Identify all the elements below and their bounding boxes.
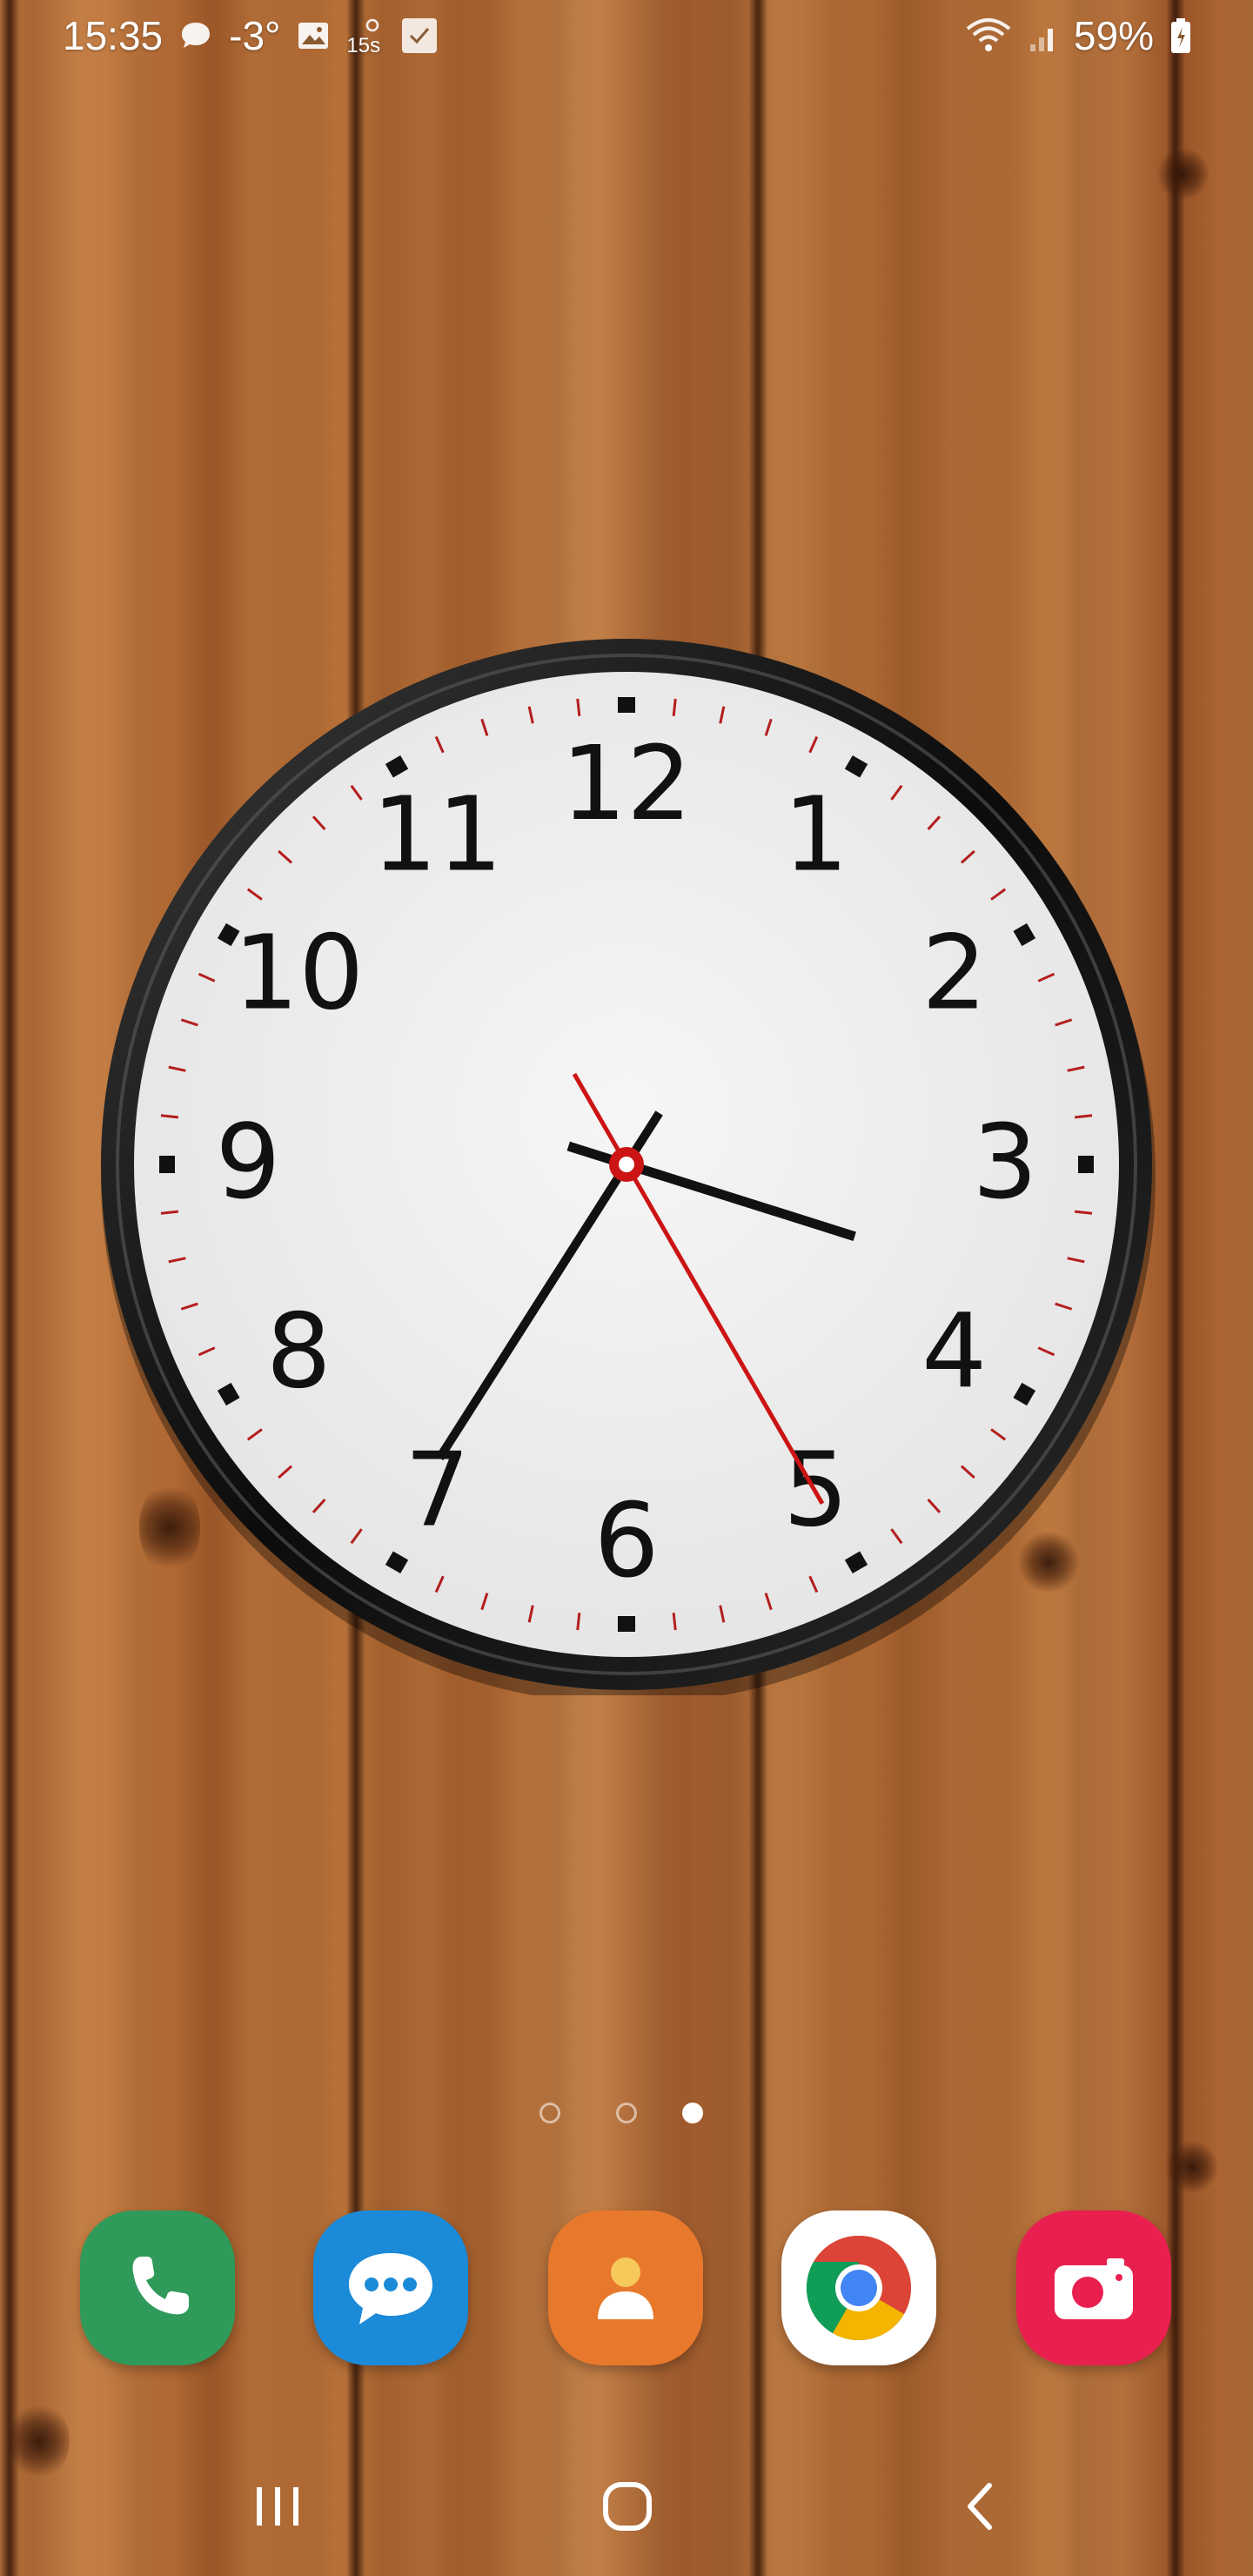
checkbox-icon [400,17,439,55]
camera-app-button[interactable] [1016,2210,1171,2365]
clock-numeral: 8 [266,1291,332,1412]
page-indicator [539,2103,714,2129]
status-bar-left: 15:35 -3° 15s [63,12,439,59]
clock-numeral: 1 [783,774,848,894]
back-icon [968,2483,992,2530]
clock-numeral: 9 [215,1102,280,1222]
clock-minute-tick [1075,1210,1093,1215]
wood-knot [1166,2141,1218,2193]
camera-icon [1055,2258,1133,2319]
wifi-icon [964,17,1013,55]
battery-percent: 59% [1073,13,1154,58]
clock-minute-tick [672,698,677,716]
clock-numeral: 4 [921,1291,987,1412]
clock-minute-tick [576,698,581,716]
clock-face: 121234567891011 [101,639,1156,1704]
message-bubble-icon [349,2253,432,2324]
clock-numeral: 6 [593,1480,659,1600]
navigation-bar [0,2454,1253,2559]
clock-numeral: 7 [405,1430,470,1550]
clock-minute-tick [1075,1114,1093,1119]
home-button[interactable] [580,2472,675,2541]
status-bar: 15:35 -3° 15s 59% [0,0,1253,78]
battery-icon [1169,17,1192,55]
recent-apps-icon [257,2487,298,2526]
clock-numeral: 12 [561,723,692,843]
recent-apps-button[interactable] [230,2472,325,2541]
chrome-icon [806,2236,912,2341]
stopwatch-icon: 15s [346,17,385,57]
clock-minute-tick [160,1114,178,1119]
clock-minute-tick [672,1613,677,1631]
clock-hour-tick [1078,1156,1094,1173]
clock-hour-tick [618,697,635,713]
home-icon [603,2482,652,2531]
clock-center-pin [619,1157,634,1172]
wood-knot [1157,148,1209,200]
image-icon [296,18,331,53]
status-temperature: -3° [229,13,281,58]
signal-icon [1029,17,1058,55]
clock-hour-tick [618,1616,635,1632]
app-dock [0,2210,1253,2367]
chrome-app-button[interactable] [781,2210,936,2365]
page-dot[interactable] [616,2103,637,2123]
phone-app-button[interactable] [80,2210,235,2365]
contacts-app-button[interactable] [548,2210,703,2365]
clock-numeral: 10 [233,913,364,1033]
clock-numeral: 2 [921,913,987,1033]
status-bar-right: 59% [964,12,1192,59]
chat-bubble-icon [178,18,213,53]
phone-icon [132,2257,189,2315]
status-time: 15:35 [63,13,164,58]
clock-numeral: 11 [372,774,502,894]
clock-minute-tick [576,1613,581,1631]
clock-minute-tick [160,1210,178,1215]
clock-numeral: 3 [972,1102,1037,1222]
messages-app-button[interactable] [313,2210,468,2365]
contact-person-icon [598,2257,653,2319]
analog-clock-widget[interactable]: 121234567891011 [96,634,1157,1704]
stopwatch-time: 15s [346,34,381,57]
wood-plank-seam [0,0,19,2576]
clock-hour-tick [159,1156,175,1173]
page-dot-active[interactable] [682,2103,703,2123]
page-dot[interactable] [539,2103,560,2123]
back-button[interactable] [931,2472,1027,2541]
